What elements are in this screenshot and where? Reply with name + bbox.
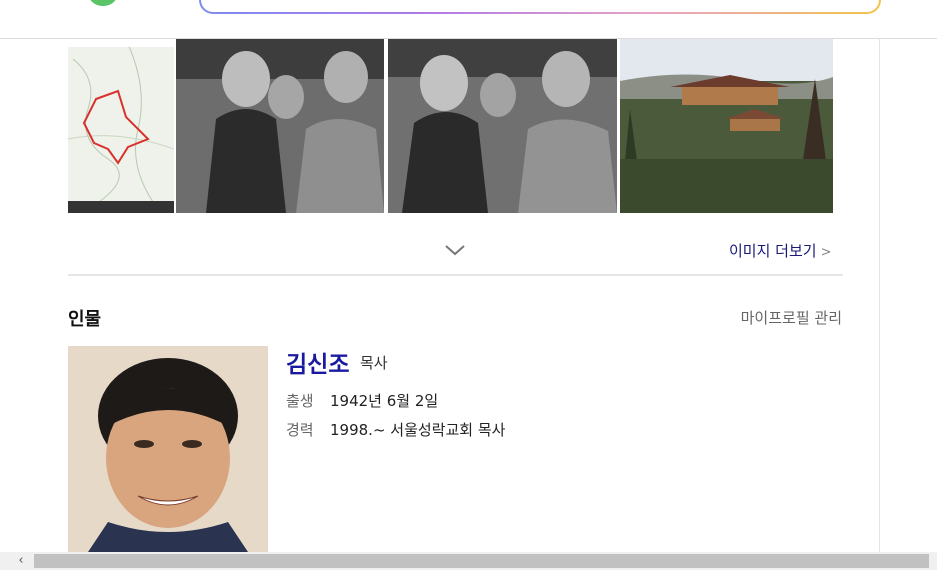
top-header	[0, 0, 937, 39]
info-row-career: 경력 1998.~ 서울성락교회 목사	[286, 419, 505, 440]
person-portrait[interactable]	[68, 346, 268, 552]
info-label: 경력	[286, 421, 314, 439]
info-row-birth: 출생 1942년 6월 2일	[286, 390, 438, 411]
right-divider	[879, 38, 880, 552]
expand-chevron-icon[interactable]	[444, 242, 466, 258]
info-value: 1942년 6월 2일	[330, 392, 439, 410]
image-thumbnail-landscape[interactable]	[620, 39, 833, 213]
horizontal-scrollbar[interactable]: ‹	[0, 552, 937, 570]
section-divider	[68, 274, 843, 276]
more-images-link[interactable]: 이미지 더보기 >	[729, 240, 831, 261]
search-box[interactable]	[199, 0, 881, 14]
person-role: 목사	[360, 354, 388, 372]
chevron-right-icon: >	[820, 245, 832, 260]
scroll-left-arrow-icon[interactable]: ‹	[10, 552, 32, 570]
image-thumbnail-photo-1[interactable]	[176, 39, 384, 213]
info-value: 1998.~ 서울성락교회 목사	[330, 421, 506, 439]
scrollbar-thumb[interactable]	[34, 554, 929, 568]
profile-management-link[interactable]: 마이프로필 관리	[741, 307, 842, 328]
info-label: 출생	[286, 392, 314, 410]
image-thumbnail-photo-2[interactable]	[388, 39, 617, 213]
more-images-label: 이미지 더보기	[729, 242, 817, 260]
logo[interactable]	[88, 0, 118, 6]
image-thumbnail-map[interactable]	[68, 39, 174, 213]
section-title: 인물	[68, 309, 102, 330]
person-name[interactable]: 김신조	[286, 345, 349, 379]
